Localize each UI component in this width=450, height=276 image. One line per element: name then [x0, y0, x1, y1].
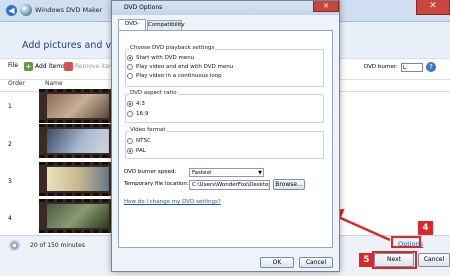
- radio-label: Play video and end with DVD menu: [136, 64, 234, 70]
- tab-dvd-video[interactable]: DVD-Video: [118, 19, 146, 36]
- radio-unselected-icon: [127, 73, 133, 79]
- radio-label: 16:9: [136, 111, 149, 117]
- radio-pal[interactable]: PAL: [127, 148, 146, 154]
- format-group-title: Video format: [129, 127, 167, 133]
- burner-speed-select[interactable]: Fastest ▼: [189, 168, 264, 177]
- dialog-title: DVD Options: [124, 4, 163, 11]
- aspect-group: [125, 94, 324, 123]
- radio-label: NTSC: [136, 138, 151, 144]
- radio-label: PAL: [136, 148, 146, 154]
- temp-location-input[interactable]: C:\Users\WonderFox\Desktop: [189, 180, 270, 190]
- radio-play-end-menu[interactable]: Play video and end with DVD menu: [127, 64, 233, 70]
- radio-unselected-icon: [127, 138, 133, 144]
- radio-unselected-icon: [127, 111, 133, 117]
- browse-button[interactable]: Browse...: [273, 179, 305, 190]
- playback-group-title: Choose DVD playback settings: [129, 45, 216, 51]
- radio-label: Start with DVD menu: [136, 55, 195, 61]
- format-group: [125, 131, 324, 159]
- aspect-group-title: DVD aspect ratio: [129, 90, 178, 96]
- radio-continuous-loop[interactable]: Play video in a continuous loop: [127, 73, 222, 79]
- radio-aspect-4-3[interactable]: 4:3: [127, 101, 145, 107]
- radio-label: Play video in a continuous loop: [136, 73, 222, 79]
- temp-location-label: Temporary file location:: [124, 181, 189, 187]
- dialog-cancel-button[interactable]: Cancel: [299, 257, 333, 268]
- radio-selected-icon: [127, 55, 133, 61]
- radio-selected-icon: [127, 101, 133, 107]
- burner-speed-value: Fastest: [192, 170, 212, 176]
- dialog-ok-button[interactable]: OK: [260, 257, 294, 268]
- tab-compatibility[interactable]: Compatibility: [147, 20, 185, 30]
- burner-speed-label: DVD burner speed:: [124, 169, 177, 175]
- radio-aspect-16-9[interactable]: 16:9: [127, 111, 148, 117]
- dialog-close-button[interactable]: ✕: [313, 1, 339, 12]
- chevron-down-icon: ▼: [258, 170, 262, 176]
- radio-ntsc[interactable]: NTSC: [127, 138, 151, 144]
- radio-selected-icon: [127, 148, 133, 154]
- dvd-settings-help-link[interactable]: How do I change my DVD settings?: [124, 199, 221, 205]
- dialog-titlebar: DVD Options: [112, 1, 339, 15]
- radio-label: 4:3: [136, 101, 145, 107]
- radio-start-with-menu[interactable]: Start with DVD menu: [127, 55, 194, 61]
- radio-unselected-icon: [127, 64, 133, 70]
- dvd-options-dialog: DVD Options ✕ DVD-Video Compatibility Ch…: [111, 0, 340, 272]
